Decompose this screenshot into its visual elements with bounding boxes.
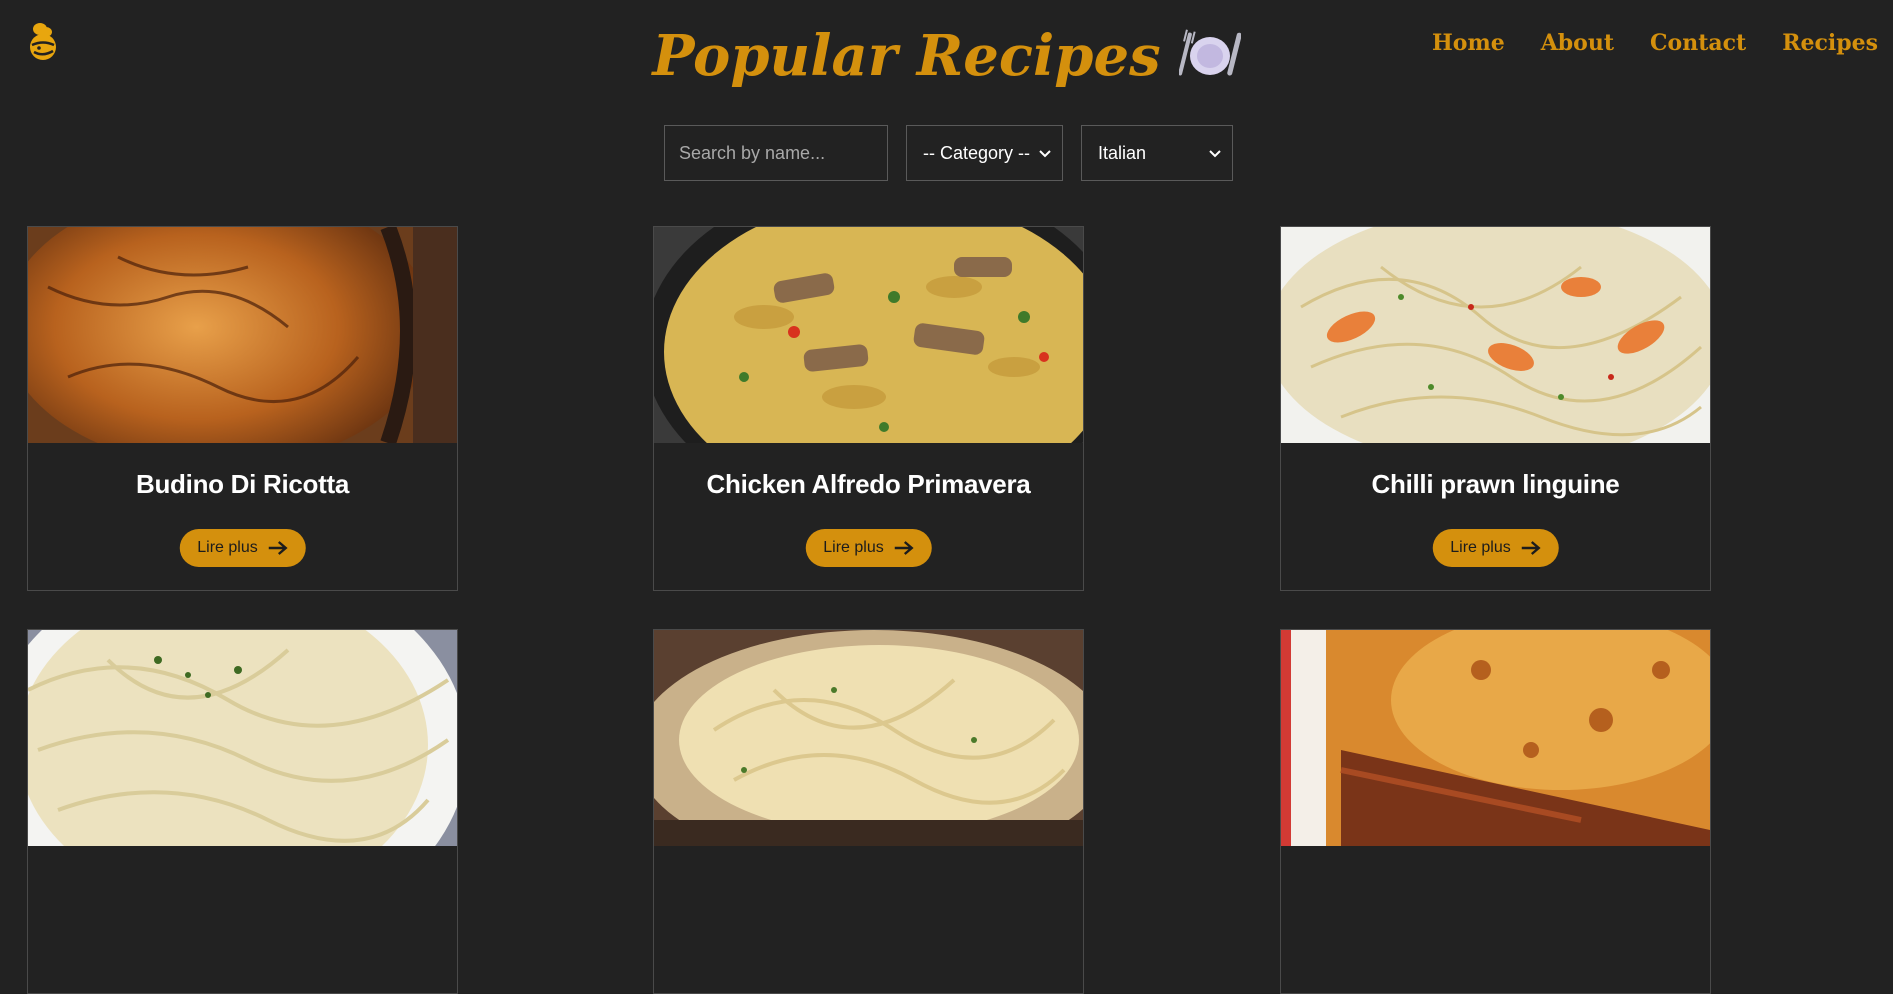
recipe-image[interactable] [28, 227, 457, 443]
arrow-right-icon [268, 541, 288, 555]
recipe-image[interactable] [1281, 227, 1710, 443]
area-select[interactable]: Italian [1081, 125, 1233, 181]
read-more-label: Lire plus [197, 539, 258, 556]
arrow-right-icon [1521, 541, 1541, 555]
main-nav: Home About Contact Recipes [1432, 28, 1878, 58]
nav-home-link[interactable]: Home [1432, 28, 1505, 58]
recipe-card [653, 629, 1084, 994]
recipe-card: Chicken Alfredo Primavera Lire plus [653, 226, 1084, 591]
recipe-card: Chilli prawn linguine Lire plus [1280, 226, 1711, 591]
recipe-card [27, 629, 458, 994]
recipe-image[interactable] [654, 630, 1083, 846]
recipe-card: Budino Di Ricotta Lire plus [27, 226, 458, 591]
read-more-button[interactable]: Lire plus [805, 529, 932, 567]
nav-contact-link[interactable]: Contact [1650, 28, 1746, 58]
filters-bar: -- Category -- Italian [664, 125, 1233, 181]
recipe-image[interactable] [654, 227, 1083, 443]
nav-about-link[interactable]: About [1541, 28, 1614, 58]
page-title-text: Popular Recipes [652, 23, 1161, 89]
read-more-label: Lire plus [1450, 539, 1511, 556]
arrow-right-icon [894, 541, 914, 555]
chevron-down-icon [1039, 150, 1051, 158]
recipe-name: Chicken Alfredo Primavera [706, 469, 1031, 499]
recipe-name: Budino Di Ricotta [136, 469, 349, 499]
area-select-value: Italian [1098, 142, 1147, 163]
fork-knife-plate-icon [1178, 29, 1241, 76]
recipe-name: Chilli prawn linguine [1371, 469, 1620, 499]
nav-recipes-link[interactable]: Recipes [1782, 28, 1878, 58]
recipe-image[interactable] [28, 630, 457, 846]
read-more-label: Lire plus [823, 539, 884, 556]
category-select-value: -- Category -- [923, 142, 1031, 163]
read-more-button[interactable]: Lire plus [179, 529, 306, 567]
category-select[interactable]: -- Category -- [906, 125, 1063, 181]
recipe-card [1280, 629, 1711, 994]
search-input[interactable] [664, 125, 888, 181]
read-more-button[interactable]: Lire plus [1432, 529, 1559, 567]
chevron-down-icon [1209, 150, 1221, 158]
recipe-image[interactable] [1281, 630, 1710, 846]
